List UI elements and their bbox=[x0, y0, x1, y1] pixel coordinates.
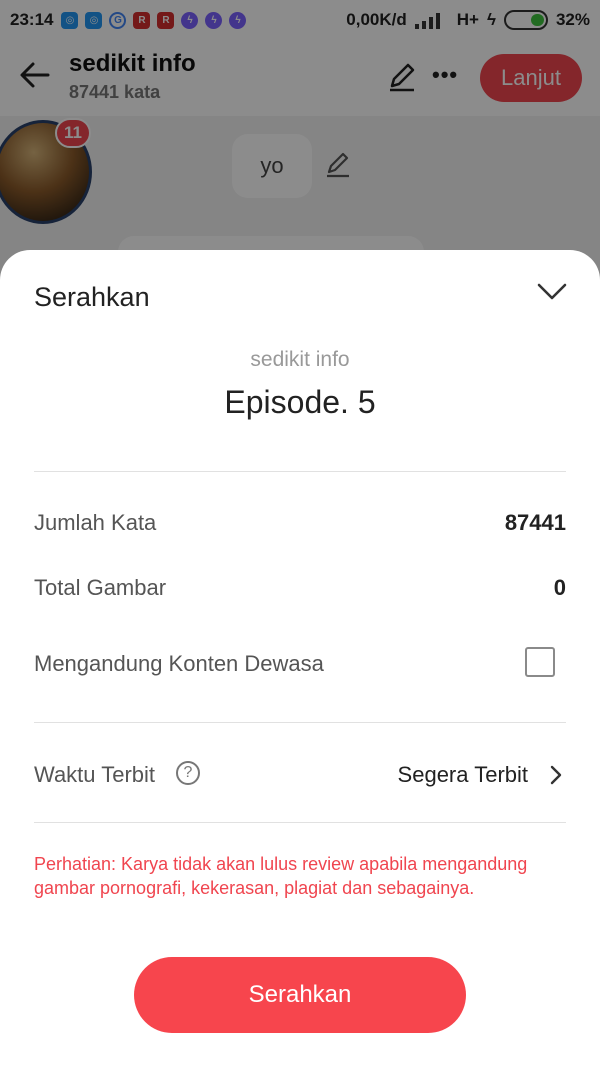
submit-sheet: Serahkan sedikit info Episode. 5 Jumlah … bbox=[0, 250, 600, 1067]
adult-content-checkbox[interactable] bbox=[525, 647, 555, 677]
sheet-title: Serahkan bbox=[34, 282, 150, 312]
help-icon[interactable]: ? bbox=[176, 761, 200, 785]
divider bbox=[34, 722, 566, 723]
image-total-value: 0 bbox=[553, 575, 566, 600]
word-count-label: Jumlah Kata bbox=[34, 510, 157, 535]
divider bbox=[34, 471, 566, 472]
publish-time-label: Waktu Terbit bbox=[34, 762, 156, 787]
adult-content-label: Mengandung Konten Dewasa bbox=[34, 651, 324, 676]
chevron-right-icon[interactable] bbox=[546, 763, 566, 787]
submit-button[interactable]: Serahkan bbox=[134, 957, 466, 1033]
publish-time-value[interactable]: Segera Terbit bbox=[398, 762, 528, 788]
divider bbox=[34, 822, 566, 823]
screen: 23:14 ◎ ◎ G R R ϟ ϟ ϟ 0,00K/d H+ ϟ 32% s… bbox=[0, 0, 600, 1067]
word-count-value: 87441 bbox=[504, 510, 566, 535]
story-name: sedikit info bbox=[250, 348, 350, 371]
chevron-down-icon[interactable] bbox=[536, 280, 568, 304]
episode-title: Episode. 5 bbox=[224, 384, 376, 420]
warning-notice: Perhatian: Karya tidak akan lulus review… bbox=[34, 854, 528, 898]
image-total-label: Total Gambar bbox=[34, 575, 167, 600]
